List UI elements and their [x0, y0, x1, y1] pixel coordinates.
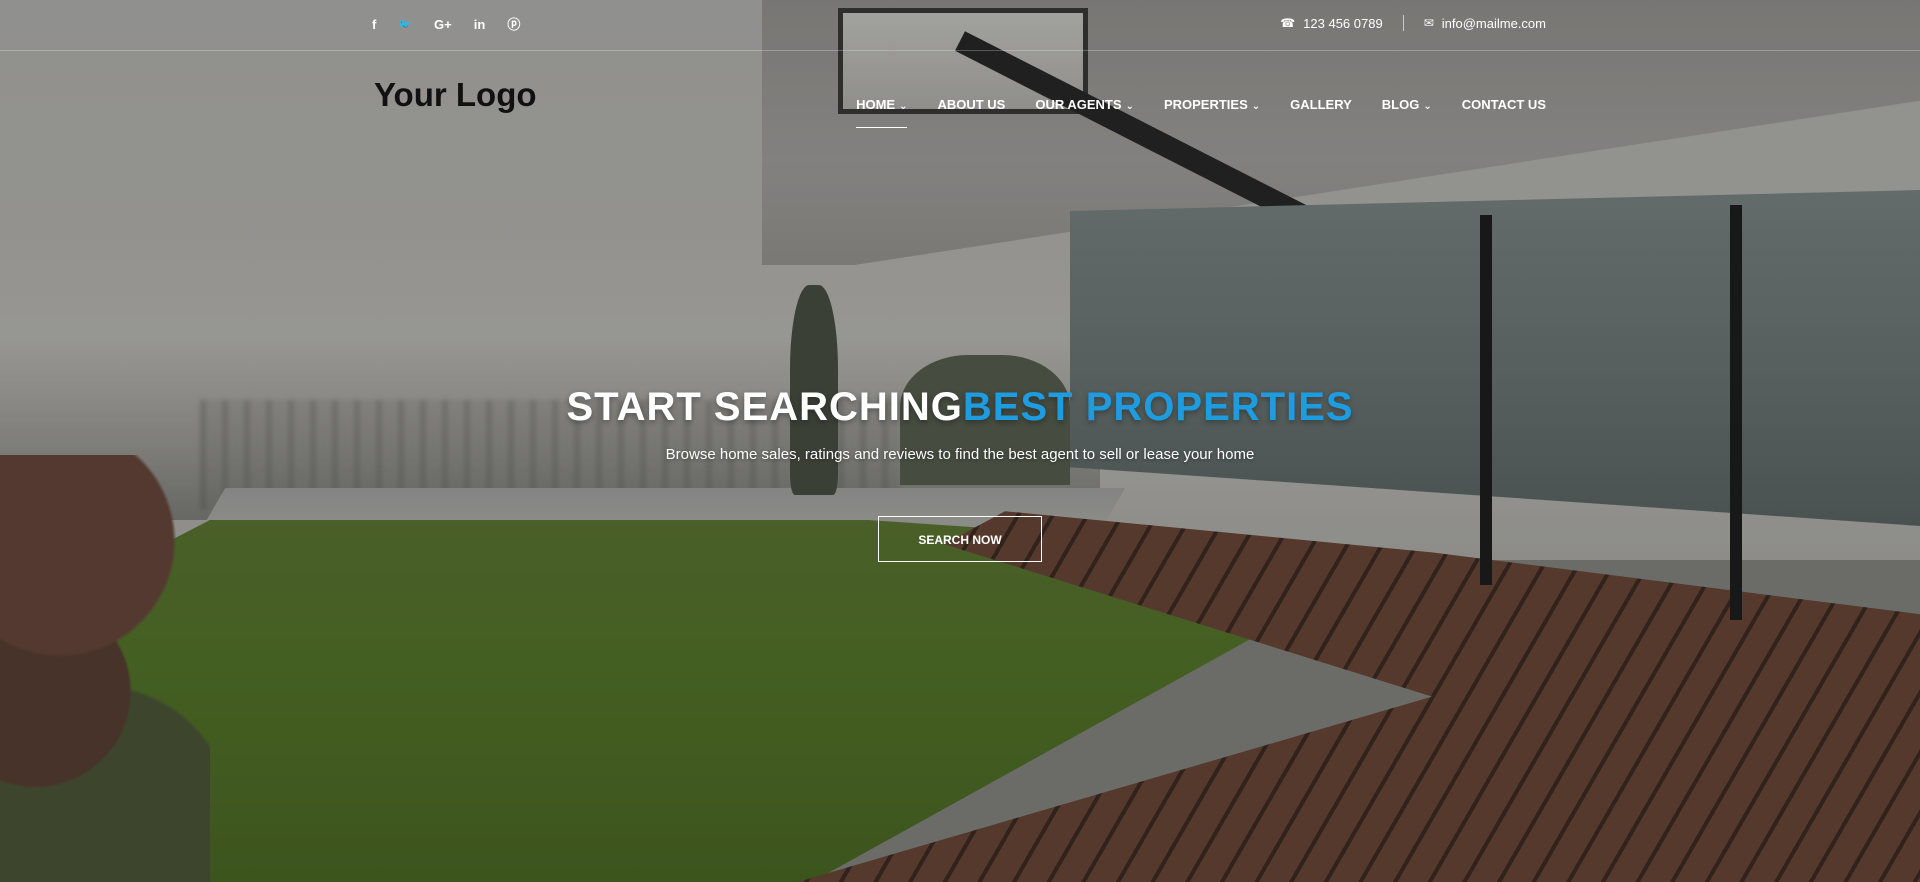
nav-item-blog[interactable]: BLOG ⌄: [1382, 97, 1432, 128]
email-address: info@mailme.com: [1441, 15, 1546, 31]
phone-icon: ☎: [1280, 16, 1296, 30]
headline-part-1: START SEARCHING: [566, 385, 963, 429]
nav-label: GALLERY: [1290, 97, 1352, 112]
nav-label: OUR AGENTS: [1035, 97, 1122, 112]
hero-content: START SEARCHINGBEST PROPERTIES Browse ho…: [0, 385, 1920, 463]
pinterest-icon[interactable]: ⓟ: [507, 16, 520, 34]
nav-item-contact-us[interactable]: CONTACT US: [1462, 97, 1546, 128]
chevron-down-icon: ⌄: [1251, 101, 1261, 112]
chevron-down-icon: ⌄: [899, 101, 908, 112]
nav-item-home[interactable]: HOME ⌄: [856, 97, 908, 128]
nav-label: PROPERTIES: [1163, 97, 1248, 112]
site-logo[interactable]: Your Logo: [374, 76, 537, 114]
email-contact[interactable]: ✉ info@mailme.com: [1424, 16, 1546, 31]
hero-subtitle: Browse home sales, ratings and reviews t…: [665, 446, 1255, 463]
nav-label: BLOG: [1381, 97, 1420, 112]
envelope-icon: ✉: [1423, 16, 1434, 30]
top-bar: f 🐦 G+ in ⓟ ☎ 123 456 0789 ✉ info@mailme…: [0, 0, 1920, 51]
nav-item-our-agents[interactable]: OUR AGENTS ⌄: [1035, 97, 1134, 128]
nav-item-properties[interactable]: PROPERTIES ⌄: [1164, 97, 1260, 128]
nav-item-gallery[interactable]: GALLERY: [1290, 97, 1352, 128]
hero-headline: START SEARCHINGBEST PROPERTIES: [0, 385, 1920, 430]
chevron-down-icon: ⌄: [1423, 101, 1432, 112]
contact-info: ☎ 123 456 0789 ✉ info@mailme.com: [1280, 15, 1546, 31]
linkedin-icon[interactable]: in: [474, 16, 486, 34]
phone-number: 123 456 0789: [1303, 15, 1383, 31]
nav-item-about-us[interactable]: ABOUT US: [937, 97, 1005, 128]
hero-section: f 🐦 G+ in ⓟ ☎ 123 456 0789 ✉ info@mailme…: [0, 0, 1920, 882]
twitter-icon[interactable]: 🐦: [398, 16, 412, 34]
google-plus-icon[interactable]: G+: [434, 16, 452, 34]
nav-label: HOME: [856, 97, 896, 112]
chevron-down-icon: ⌄: [1125, 101, 1134, 112]
headline-part-2: BEST PROPERTIES: [962, 385, 1354, 429]
main-navigation: HOME ⌄ ABOUT US OUR AGENTS ⌄ PROPERTIES ⌄ G…: [826, 97, 1546, 128]
nav-label: CONTACT US: [1461, 97, 1546, 112]
phone-contact[interactable]: ☎ 123 456 0789: [1280, 16, 1382, 31]
search-now-button[interactable]: SEARCH NOW: [878, 516, 1042, 562]
nav-label: ABOUT US: [937, 97, 1006, 112]
divider: [1402, 15, 1404, 31]
social-links: f 🐦 G+ in ⓟ: [372, 16, 542, 34]
facebook-icon[interactable]: f: [372, 16, 376, 34]
